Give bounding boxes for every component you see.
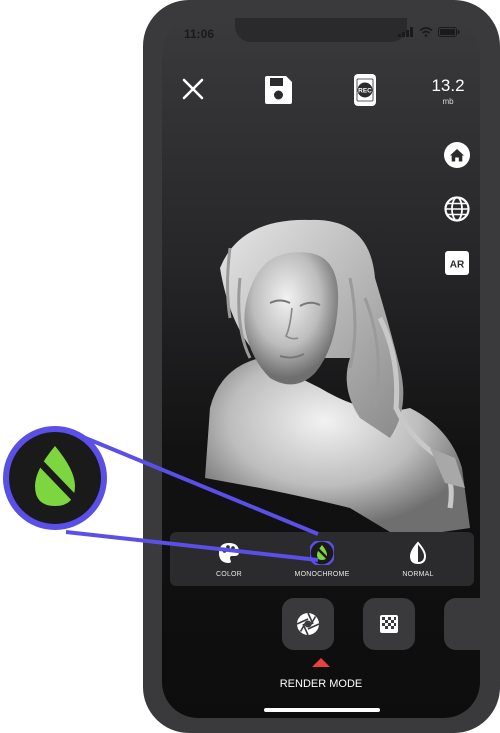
texture-tool-button[interactable] [363, 598, 415, 650]
render-mode-monochrome-label: MONOCHROME [294, 571, 350, 578]
close-icon[interactable] [182, 78, 204, 100]
monochrome-icon [27, 446, 83, 507]
file-size-unit: mb [442, 97, 454, 106]
scanned-3d-model[interactable] [200, 208, 480, 538]
render-mode-normal-label: NORMAL [402, 571, 434, 578]
render-mode-color[interactable]: COLOR [179, 532, 279, 586]
battery-icon [438, 27, 460, 37]
status-time: 11:06 [184, 27, 215, 41]
render-mode-bar: COLOR MONOCHROME NORMAL [170, 532, 474, 586]
home-indicator[interactable] [264, 708, 380, 712]
wifi-icon [419, 27, 433, 37]
checker-pattern-icon [380, 615, 398, 633]
callout-magnifier [3, 426, 107, 530]
render-mode-normal[interactable]: NORMAL [368, 532, 468, 586]
home-icon[interactable] [444, 142, 470, 168]
normal-icon [409, 541, 427, 565]
render-mode-tool-button[interactable] [282, 598, 334, 650]
palette-icon [219, 543, 239, 563]
monochrome-icon [310, 541, 334, 565]
rec-icon: REC [354, 74, 376, 106]
file-size-readout: 13.2 mb [424, 76, 472, 106]
partial-tool-button[interactable] [444, 598, 480, 650]
file-size-value: 13.2 [431, 76, 465, 95]
render-mode-label: RENDER MODE [279, 678, 363, 690]
app-screen: 11:06 REC 13.2 mb AR COLOR MONOCHROME NO… [162, 18, 480, 718]
record-button[interactable]: REC [353, 73, 377, 107]
render-mode-color-label: COLOR [216, 571, 242, 578]
floppy-disk-icon[interactable] [263, 75, 293, 105]
status-icons [398, 27, 460, 37]
notch [235, 18, 407, 42]
status-bar: 11:06 [162, 18, 480, 46]
aperture-icon [296, 612, 320, 636]
signal-icon [398, 27, 413, 37]
rec-label: REC [358, 88, 372, 95]
render-mode-monochrome[interactable]: MONOCHROME [272, 532, 372, 586]
selected-indicator-arrow [312, 658, 330, 667]
